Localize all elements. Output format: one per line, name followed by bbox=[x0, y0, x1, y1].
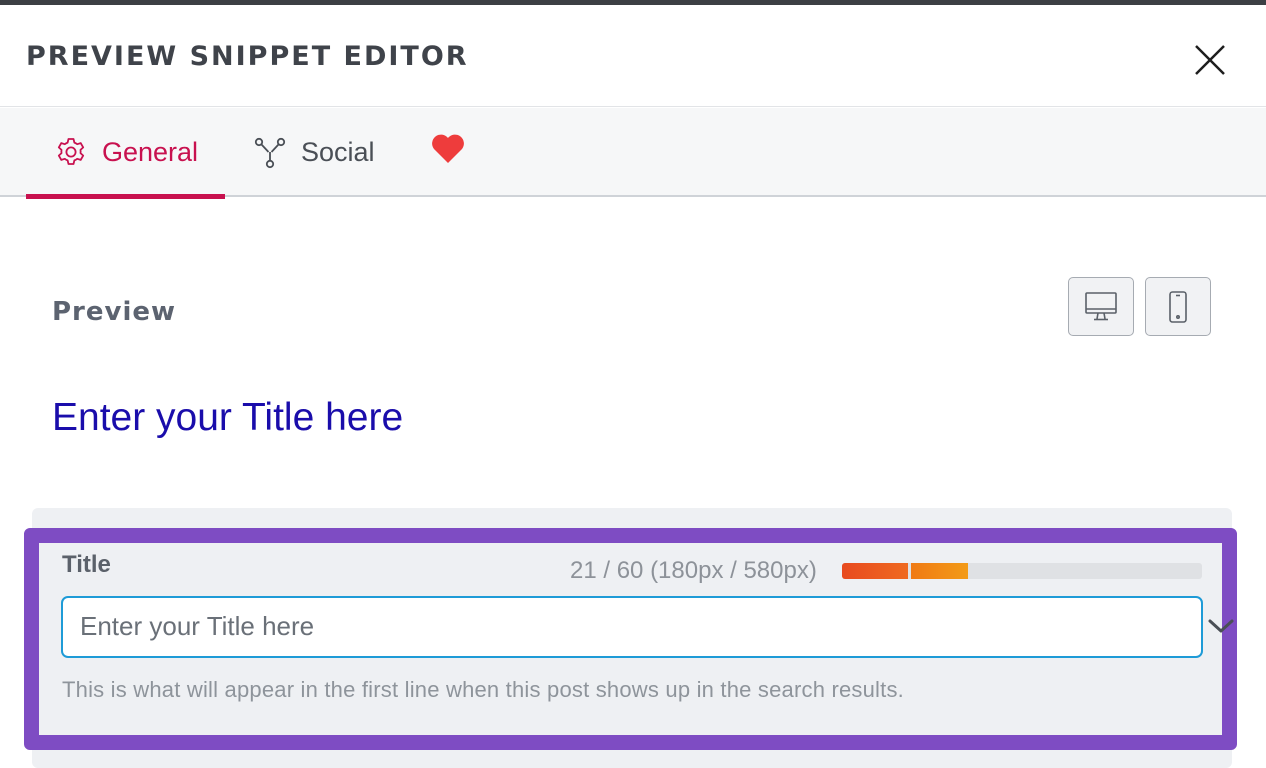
length-bar-segment-low bbox=[842, 563, 908, 579]
tab-social[interactable]: Social bbox=[253, 108, 375, 197]
close-button[interactable] bbox=[1188, 38, 1232, 82]
mobile-preview-button[interactable] bbox=[1145, 277, 1211, 336]
title-help-text: This is what will appear in the first li… bbox=[62, 677, 904, 702]
tab-general[interactable]: General bbox=[26, 108, 225, 199]
desktop-preview-button[interactable] bbox=[1068, 277, 1134, 336]
title-field-label: Title bbox=[62, 551, 111, 578]
close-icon bbox=[1195, 45, 1225, 75]
desktop-icon bbox=[1085, 291, 1117, 320]
variables-dropdown-button[interactable] bbox=[1203, 610, 1239, 642]
length-bar-segment-mid bbox=[911, 563, 968, 579]
chevron-down-icon bbox=[1208, 619, 1234, 633]
share-nodes-icon bbox=[253, 136, 287, 170]
preview-label: Preview bbox=[52, 297, 177, 327]
gear-icon bbox=[54, 136, 88, 170]
tab-social-label: Social bbox=[301, 137, 375, 167]
editor-header: PREVIEW SNIPPET EDITOR bbox=[0, 5, 1266, 107]
title-length-counter: 21 / 60 (180px / 580px) bbox=[570, 557, 817, 584]
tabs-bar: General Social bbox=[0, 108, 1266, 199]
mobile-icon bbox=[1169, 290, 1187, 323]
title-length-bar bbox=[842, 563, 1202, 579]
tab-heart[interactable] bbox=[430, 108, 466, 197]
title-input-wrapper bbox=[61, 596, 1234, 658]
title-input[interactable] bbox=[80, 598, 1120, 655]
editor-title: PREVIEW SNIPPET EDITOR bbox=[26, 41, 469, 72]
heart-icon bbox=[430, 133, 466, 172]
serp-preview-title: Enter your Title here bbox=[52, 396, 404, 439]
tab-general-label: General bbox=[102, 137, 199, 167]
